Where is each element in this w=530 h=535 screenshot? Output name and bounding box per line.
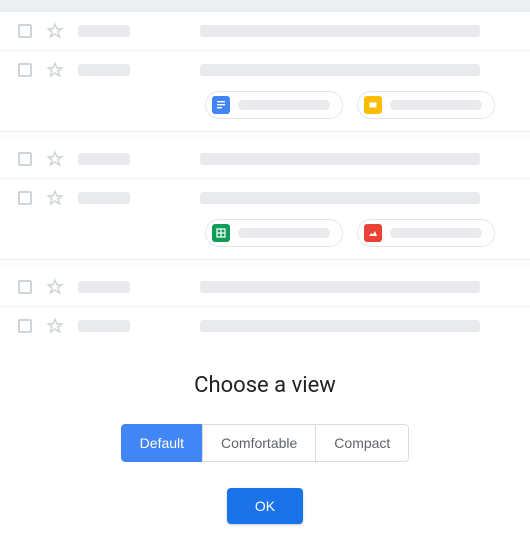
docs-icon	[212, 96, 230, 114]
row-checkbox[interactable]	[18, 319, 32, 333]
body-placeholder	[200, 281, 480, 293]
slides-icon	[364, 96, 382, 114]
row-checkbox[interactable]	[18, 24, 32, 38]
attachment-chip[interactable]	[205, 91, 343, 119]
star-icon[interactable]	[46, 22, 64, 40]
density-option-comfortable[interactable]: Comfortable	[202, 424, 316, 462]
sender-placeholder	[78, 64, 130, 76]
dialog-title: Choose a view	[0, 373, 530, 398]
sender-placeholder	[78, 153, 130, 165]
star-icon[interactable]	[46, 61, 64, 79]
star-icon[interactable]	[46, 189, 64, 207]
body-placeholder	[200, 25, 480, 37]
sender-placeholder	[78, 281, 130, 293]
mail-row[interactable]	[0, 12, 530, 51]
attachment-list	[205, 219, 512, 247]
attachment-name-placeholder	[238, 100, 330, 110]
sheets-icon	[212, 224, 230, 242]
body-placeholder	[200, 153, 480, 165]
density-dialog: Choose a view Default Comfortable Compac…	[0, 345, 530, 524]
ok-button[interactable]: OK	[227, 488, 303, 524]
density-segmented: Default Comfortable Compact	[121, 424, 410, 462]
row-checkbox[interactable]	[18, 152, 32, 166]
sender-placeholder	[78, 192, 130, 204]
attachment-chip[interactable]	[357, 91, 495, 119]
star-icon[interactable]	[46, 278, 64, 296]
image-icon	[364, 224, 382, 242]
attachment-list	[205, 91, 512, 119]
body-placeholder	[200, 192, 480, 204]
attachment-chip[interactable]	[205, 219, 343, 247]
mail-row[interactable]	[0, 307, 530, 345]
row-checkbox[interactable]	[18, 191, 32, 205]
density-option-compact[interactable]: Compact	[315, 424, 409, 462]
mail-row[interactable]	[0, 51, 530, 132]
sender-placeholder	[78, 320, 130, 332]
attachment-name-placeholder	[238, 228, 330, 238]
row-checkbox[interactable]	[18, 63, 32, 77]
section-gap	[0, 260, 530, 268]
body-placeholder	[200, 320, 480, 332]
star-icon[interactable]	[46, 150, 64, 168]
mail-row[interactable]	[0, 140, 530, 179]
density-option-default[interactable]: Default	[121, 424, 203, 462]
body-placeholder	[200, 64, 480, 76]
sender-placeholder	[78, 25, 130, 37]
attachment-name-placeholder	[390, 100, 482, 110]
mail-list	[0, 12, 530, 345]
attachment-chip[interactable]	[357, 219, 495, 247]
star-icon[interactable]	[46, 317, 64, 335]
mail-row[interactable]	[0, 179, 530, 260]
mail-row[interactable]	[0, 268, 530, 307]
row-checkbox[interactable]	[18, 280, 32, 294]
section-gap	[0, 132, 530, 140]
window-top-bar	[0, 0, 530, 12]
attachment-name-placeholder	[390, 228, 482, 238]
